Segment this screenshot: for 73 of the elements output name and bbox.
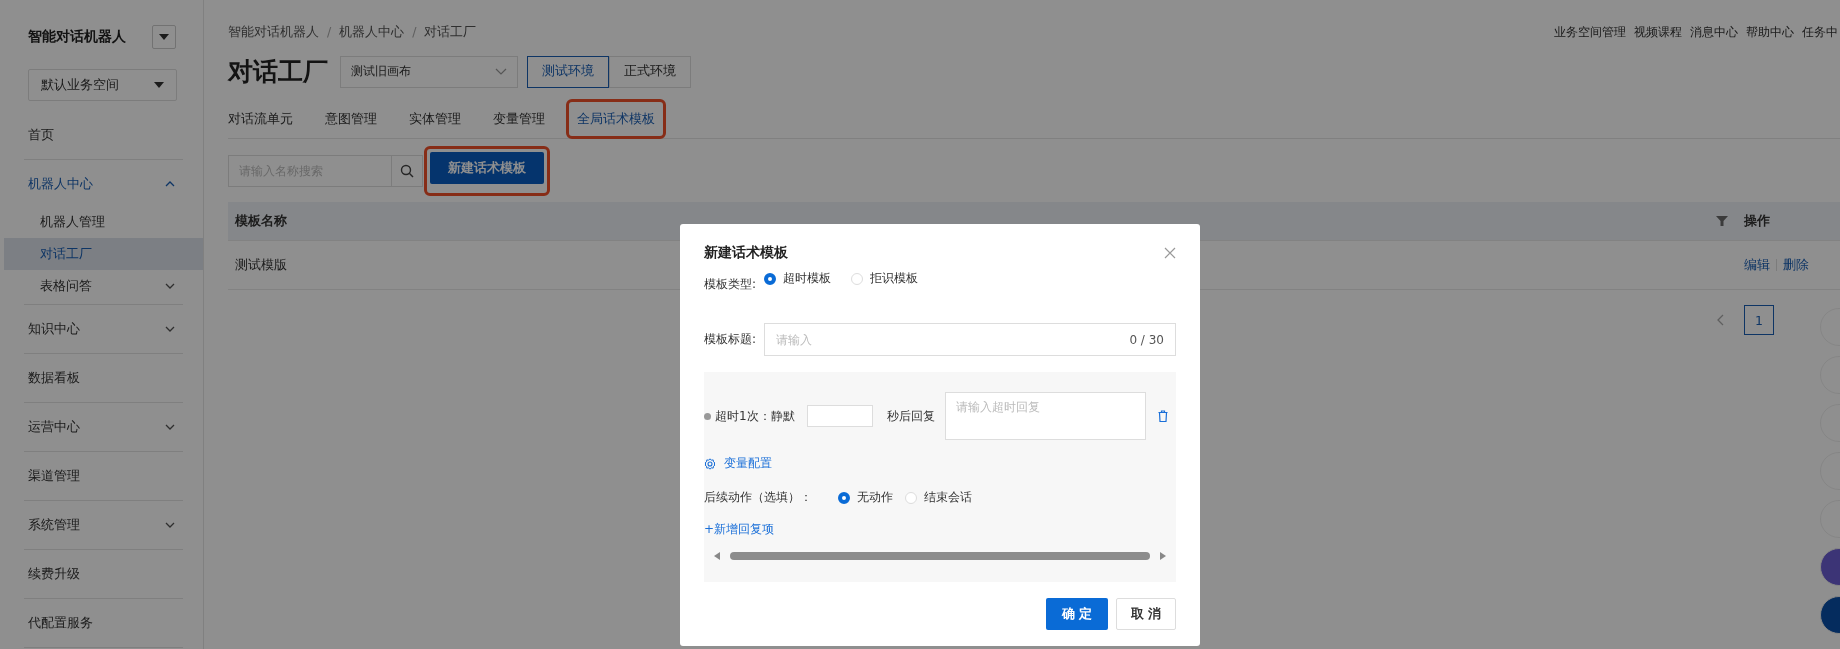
workspace-select[interactable]: 默认业务空间 bbox=[28, 69, 177, 101]
bullet-icon bbox=[704, 412, 711, 420]
breadcrumb-link[interactable]: 智能对话机器人 bbox=[228, 24, 319, 46]
settings-icon bbox=[704, 457, 716, 470]
radio-label: 拒识模板 bbox=[870, 270, 919, 287]
page-title: 对话工厂 bbox=[228, 56, 328, 88]
radio-button[interactable] bbox=[838, 491, 850, 504]
radio-label: 无动作 bbox=[857, 489, 893, 506]
table-cell-text: 测试模版 bbox=[234, 256, 287, 274]
variable-config-link[interactable]: 变量配置 bbox=[724, 455, 772, 472]
nav-item[interactable]: 机器人中心 bbox=[24, 162, 183, 206]
nav-item[interactable]: 系统管理 bbox=[24, 503, 183, 547]
nav-item[interactable]: 知识中心 bbox=[24, 307, 183, 351]
nav-item[interactable]: 首页 bbox=[24, 113, 183, 157]
title-input-box[interactable]: 请输入 0 / 30 bbox=[764, 323, 1176, 356]
reply-text-field[interactable]: 请输入超时回复 bbox=[944, 392, 1146, 440]
nav-item[interactable]: 渠道管理 bbox=[24, 454, 183, 498]
column-header: 模板名称 bbox=[233, 212, 287, 230]
dropdown-button[interactable] bbox=[152, 25, 176, 49]
delete-icon[interactable] bbox=[1157, 410, 1168, 422]
top-link[interactable]: 任务中 bbox=[1802, 24, 1838, 46]
previous-page-icon[interactable] bbox=[1716, 314, 1724, 326]
seconds-field[interactable] bbox=[806, 405, 873, 427]
top-link[interactable]: 视频课程 bbox=[1634, 24, 1682, 46]
nav-subitem[interactable]: 对话工厂 bbox=[4, 238, 203, 270]
breadcrumb-link[interactable]: 机器人中心 bbox=[339, 24, 405, 46]
reply-label: 超时1次：静默 bbox=[715, 407, 795, 425]
breadcrumb-separator: / bbox=[327, 24, 332, 41]
caret-icon bbox=[154, 82, 164, 88]
radio-label: 结束会话 bbox=[924, 489, 972, 506]
top-link[interactable]: 业务空间管理 bbox=[1554, 24, 1626, 46]
breadcrumb-separator: / bbox=[412, 24, 417, 41]
nav-subitem[interactable]: 机器人管理 bbox=[4, 206, 203, 238]
chevron-icon bbox=[495, 68, 507, 75]
tab[interactable]: 实体管理 bbox=[409, 100, 461, 138]
character-counter: 0 / 30 bbox=[1129, 332, 1164, 347]
search-icon bbox=[400, 164, 414, 178]
tab[interactable]: 意图管理 bbox=[325, 100, 377, 138]
filter-icon[interactable] bbox=[1716, 215, 1728, 227]
radio-button[interactable] bbox=[764, 272, 777, 285]
dialog-button[interactable]: 确定 bbox=[1046, 598, 1108, 630]
add-reply-link[interactable]: +新增回复项 bbox=[704, 521, 775, 538]
radio-label: 超时模板 bbox=[783, 270, 832, 287]
field-label: 后续动作（选填）： bbox=[704, 489, 812, 506]
scroll-left-icon[interactable] bbox=[714, 552, 720, 560]
top-link[interactable]: 消息中心 bbox=[1690, 24, 1738, 46]
tab[interactable]: 全局话术模板 bbox=[577, 100, 655, 138]
tab[interactable]: 变量管理 bbox=[493, 100, 545, 138]
field-label: 模板标题: bbox=[704, 331, 757, 348]
tab[interactable]: 对话流单元 bbox=[228, 100, 293, 138]
column-header: 操作 bbox=[1744, 212, 1771, 230]
nav-item[interactable]: 运营中心 bbox=[24, 405, 183, 449]
canvas-select[interactable]: 测试旧画布 bbox=[340, 55, 518, 88]
scroll-right-icon[interactable] bbox=[1160, 552, 1166, 560]
top-link[interactable]: 帮助中心 bbox=[1746, 24, 1794, 46]
environment-tab[interactable]: 正式环境 bbox=[609, 55, 691, 88]
reply-suffix: 秒后回复 bbox=[886, 407, 935, 425]
breadcrumb-link[interactable]: 对话工厂 bbox=[424, 24, 477, 46]
new-template-button[interactable]: 新建话术模板 bbox=[430, 152, 544, 184]
field-label: 模板类型: bbox=[704, 276, 757, 293]
close-icon[interactable] bbox=[1164, 247, 1176, 259]
action-link[interactable]: 编辑 bbox=[1744, 256, 1770, 274]
nav-item[interactable]: 数据看板 bbox=[24, 356, 183, 400]
dialog-button[interactable]: 取消 bbox=[1116, 598, 1176, 630]
nav-item[interactable]: 代配置服务 bbox=[24, 601, 183, 645]
page-button[interactable]: 1 bbox=[1744, 305, 1774, 335]
app-title: 智能对话机器人 bbox=[28, 28, 126, 46]
caret-icon bbox=[159, 34, 169, 40]
action-link[interactable]: 删除 bbox=[1783, 256, 1809, 274]
environment-tab[interactable]: 测试环境 bbox=[527, 55, 609, 88]
nav-item[interactable]: 续费升级 bbox=[24, 552, 183, 596]
dialog-title: 新建话术模板 bbox=[704, 244, 788, 262]
nav-subitem[interactable]: 表格问答 bbox=[4, 270, 203, 302]
